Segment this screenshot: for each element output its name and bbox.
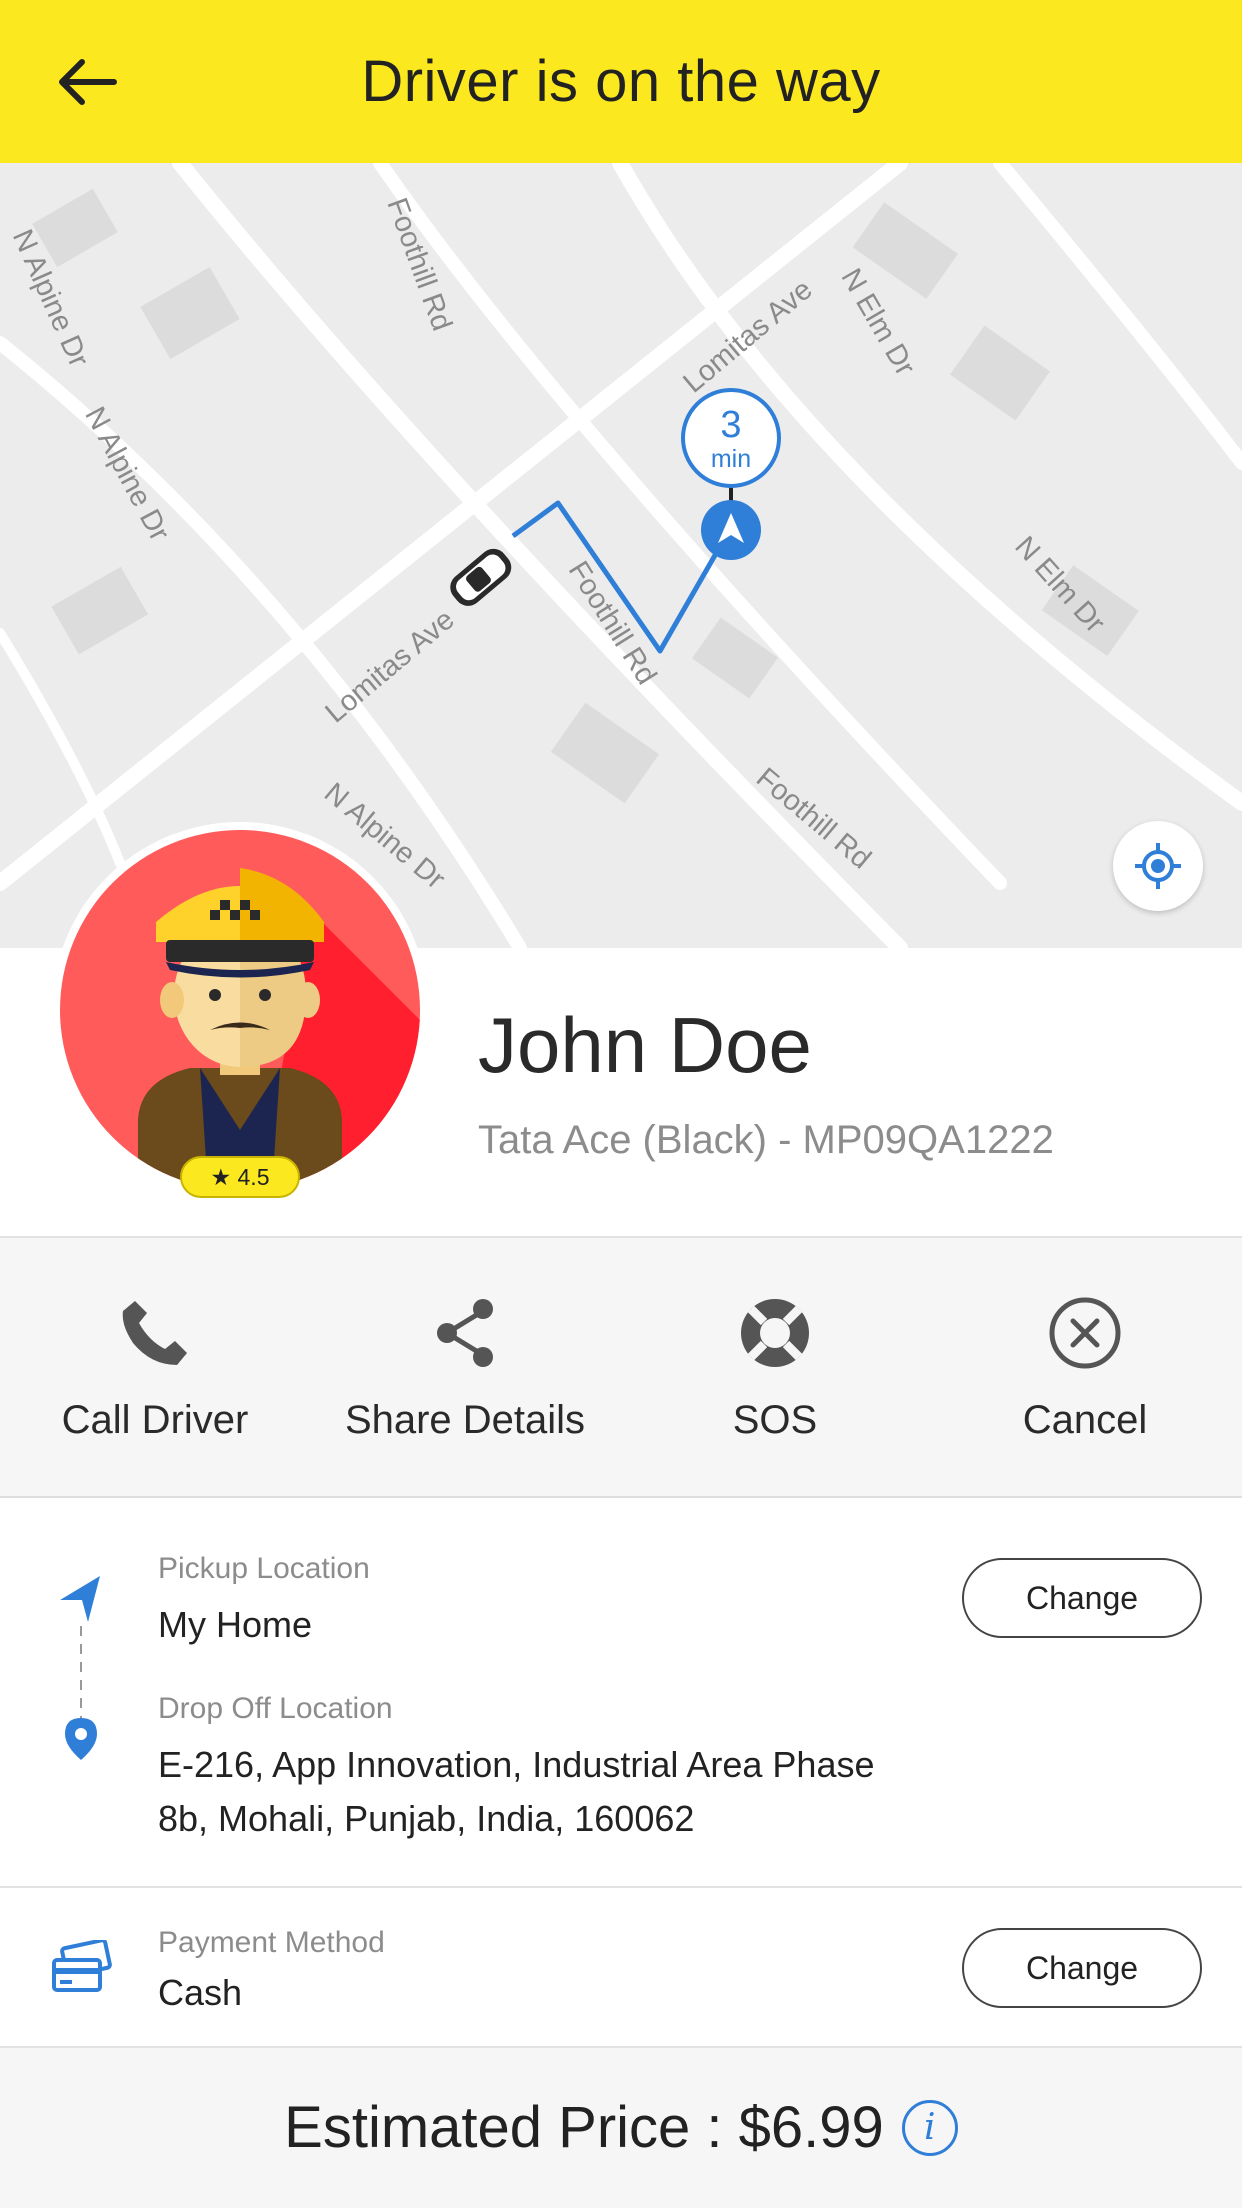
dropoff-address-line2: 8b, Mohali, Punjab, India, 160062 — [158, 1798, 695, 1839]
page-title: Driver is on the way — [361, 49, 881, 114]
driver-name: John Doe — [478, 1001, 812, 1089]
dropoff-caption: Drop Off Location — [158, 1692, 393, 1725]
estimated-price-text: Estimated Price : $6.99 — [284, 2095, 884, 2160]
phone-icon — [122, 1301, 187, 1365]
action-label: Share Details — [344, 1398, 586, 1442]
driver-avatar — [52, 822, 428, 1198]
price-bar: Estimated Price : $6.99 i — [0, 2048, 1242, 2208]
my-location-button[interactable] — [1113, 821, 1203, 911]
share-details-button[interactable]: Share Details — [310, 1238, 620, 1498]
action-label: Cancel — [1022, 1398, 1148, 1442]
cancel-button[interactable]: Cancel — [930, 1238, 1240, 1498]
payment-section: Payment Method Cash Change — [0, 1888, 1242, 2048]
lifebuoy-icon — [741, 1299, 809, 1367]
share-icon — [437, 1299, 493, 1367]
payment-value: Cash — [158, 1972, 243, 2013]
pickup-value: My Home — [158, 1604, 313, 1645]
change-pickup-button[interactable]: Change — [962, 1558, 1202, 1638]
avatar — [60, 830, 420, 1190]
route-details: Pickup Location My Home Change Drop Off … — [0, 1498, 1242, 1888]
dropoff-address-line1: E-216, App Innovation, Industrial Area P… — [158, 1744, 875, 1785]
eta-unit: min — [710, 445, 752, 473]
vehicle-info: Tata Ace (Black) - MP09QA1222 — [478, 1118, 1054, 1162]
pickup-caption: Pickup Location — [158, 1552, 370, 1585]
action-label: SOS — [732, 1398, 818, 1442]
credit-cards-icon — [52, 1940, 112, 1992]
sos-button[interactable]: SOS — [620, 1238, 930, 1498]
rating-badge: ★ 4.5 — [180, 1156, 300, 1198]
driver-illustration — [60, 830, 420, 1190]
action-bar: Call Driver Share Details SOS Cancel — [0, 1238, 1242, 1498]
top-bar: Driver is on the way — [0, 0, 1242, 163]
navigation-arrow-icon — [60, 1576, 100, 1622]
close-circle-icon — [1049, 1297, 1121, 1369]
change-payment-button[interactable]: Change — [962, 1928, 1202, 2008]
payment-caption: Payment Method — [158, 1926, 385, 1959]
crosshair-icon — [1135, 843, 1181, 889]
eta-value: 3 — [720, 404, 742, 446]
estimated-price: Estimated Price : $6.99 i — [0, 2048, 1242, 2208]
call-driver-button[interactable]: Call Driver — [0, 1238, 310, 1498]
eta-bubble: 3 min — [681, 388, 781, 488]
info-icon[interactable]: i — [901, 2099, 958, 2156]
action-label: Call Driver — [61, 1398, 249, 1442]
map-pin-icon — [65, 1718, 97, 1760]
